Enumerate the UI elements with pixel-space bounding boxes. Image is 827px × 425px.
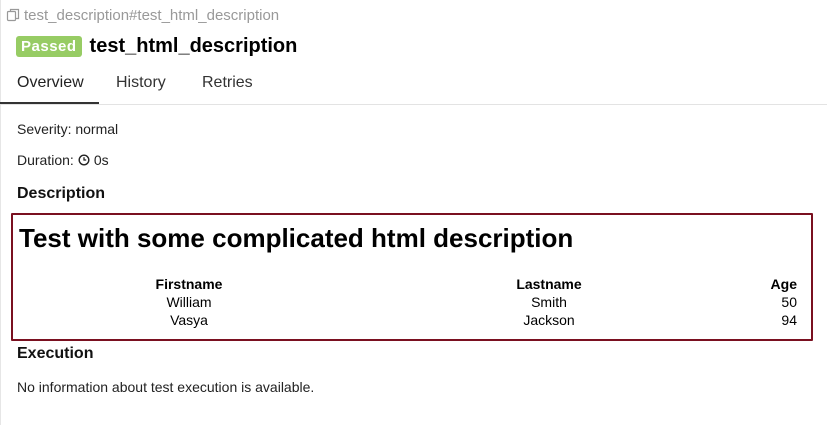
execution-text: No information about test execution is a… bbox=[17, 379, 315, 395]
severity-text: Severity: normal bbox=[17, 121, 119, 137]
column-header-age: Age bbox=[770, 276, 797, 292]
status-badge: Passed bbox=[16, 35, 82, 57]
test-title: test_html_description bbox=[89, 34, 298, 57]
column-header-lastname: Lastname bbox=[516, 276, 582, 292]
cell-lastname: Jackson bbox=[523, 312, 575, 328]
table-row: Vasya Jackson 94 bbox=[19, 311, 797, 329]
duration-value: 0s bbox=[93, 152, 109, 168]
duration-row: Duration: 0s bbox=[17, 152, 109, 168]
title-row: Passed test_html_description bbox=[16, 34, 297, 58]
table-row: William Smith 50 bbox=[19, 293, 797, 311]
duration-label: Duration: bbox=[17, 152, 74, 168]
tab-history[interactable]: History bbox=[99, 62, 185, 104]
clock-icon bbox=[78, 154, 90, 166]
cell-age: 50 bbox=[781, 294, 797, 310]
column-header-firstname: Firstname bbox=[155, 276, 223, 292]
copy-icon[interactable] bbox=[6, 8, 20, 22]
description-box: Test with some complicated html descript… bbox=[11, 213, 813, 341]
cell-lastname: Smith bbox=[531, 294, 567, 310]
description-heading: Test with some complicated html descript… bbox=[19, 223, 574, 253]
description-title: Description bbox=[17, 185, 106, 202]
people-table: Firstname Lastname Age William Smith 50 … bbox=[19, 275, 797, 329]
cell-age: 94 bbox=[781, 312, 797, 328]
tab-overview[interactable]: Overview bbox=[0, 62, 99, 104]
breadcrumb-text[interactable]: test_description#test_html_description bbox=[24, 7, 279, 24]
breadcrumb: test_description#test_html_description bbox=[6, 6, 279, 24]
cell-firstname: William bbox=[166, 294, 212, 310]
cell-firstname: Vasya bbox=[170, 312, 208, 328]
tab-bar: Overview History Retries bbox=[0, 62, 827, 105]
tab-retries[interactable]: Retries bbox=[185, 62, 275, 104]
execution-title: Execution bbox=[17, 345, 94, 362]
table-header-row: Firstname Lastname Age bbox=[19, 275, 797, 293]
